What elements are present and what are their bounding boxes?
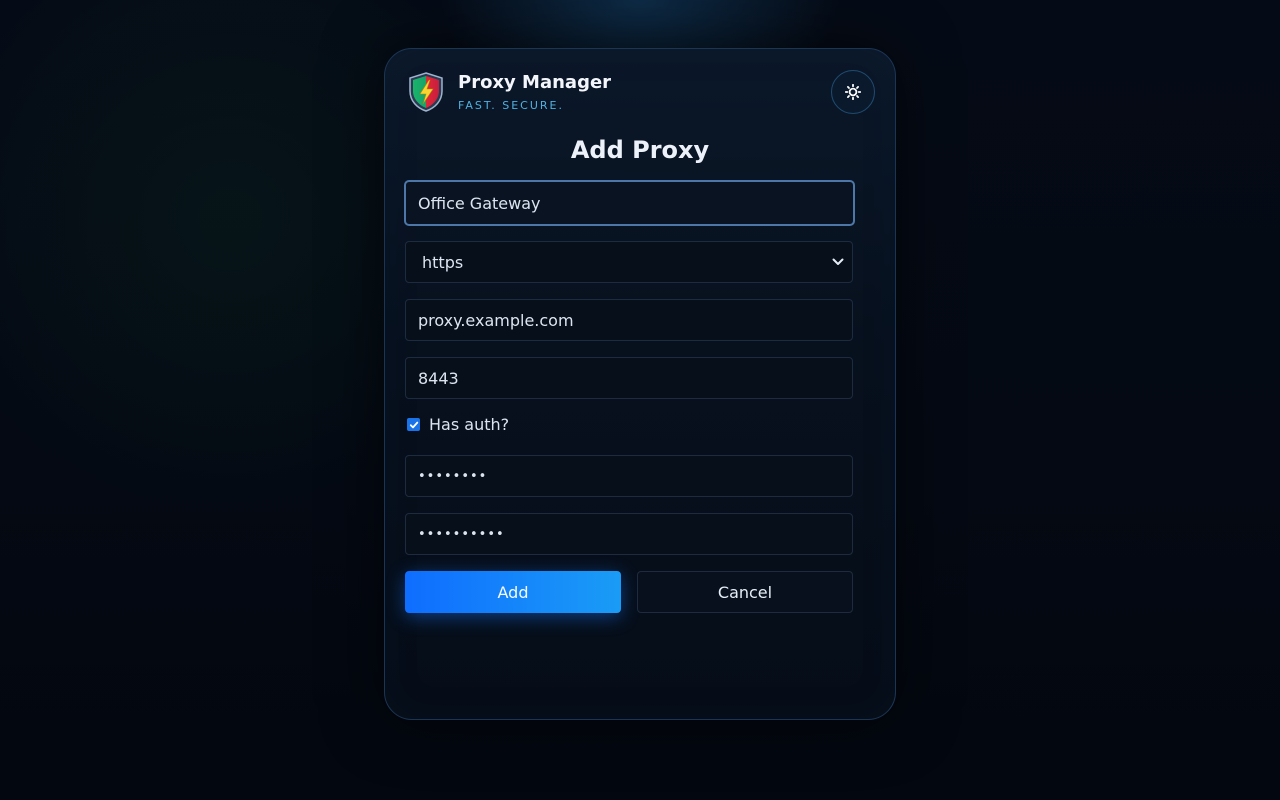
brand-header: Proxy Manager FAST. SECURE.: [407, 71, 611, 113]
has-auth-row: Has auth?: [407, 415, 509, 434]
password-masked-value: ••••••••••: [418, 526, 505, 542]
username-input[interactable]: ••••••••: [405, 455, 853, 497]
form-heading: Add Proxy: [570, 136, 710, 164]
has-auth-checkbox[interactable]: [407, 418, 420, 431]
protocol-select[interactable]: https: [405, 241, 853, 283]
host-input[interactable]: proxy.example.com: [405, 299, 853, 341]
protocol-value: https: [422, 252, 464, 272]
app-tagline: FAST. SECURE.: [458, 99, 564, 112]
sun-icon: [845, 84, 861, 100]
app-title: Proxy Manager: [458, 72, 612, 93]
port-input[interactable]: 8443: [405, 357, 853, 399]
port-value: 8443: [418, 368, 459, 388]
add-button[interactable]: Add: [405, 571, 621, 613]
username-masked-value: ••••••••: [418, 468, 488, 484]
has-auth-label: Has auth?: [429, 415, 510, 434]
password-input[interactable]: ••••••••••: [405, 513, 853, 555]
host-value: proxy.example.com: [418, 310, 574, 330]
cancel-button[interactable]: Cancel: [637, 571, 853, 613]
proxy-name-input[interactable]: Office Gateway: [404, 180, 855, 226]
chevron-down-icon: [832, 258, 844, 265]
check-icon: [409, 421, 418, 428]
shield-lightning-icon: [409, 72, 443, 112]
add-proxy-card: Proxy Manager FAST. SECURE. Add Proxy Of…: [384, 48, 896, 720]
theme-toggle-button[interactable]: [831, 70, 875, 114]
proxy-name-value: Office Gateway: [418, 193, 541, 213]
